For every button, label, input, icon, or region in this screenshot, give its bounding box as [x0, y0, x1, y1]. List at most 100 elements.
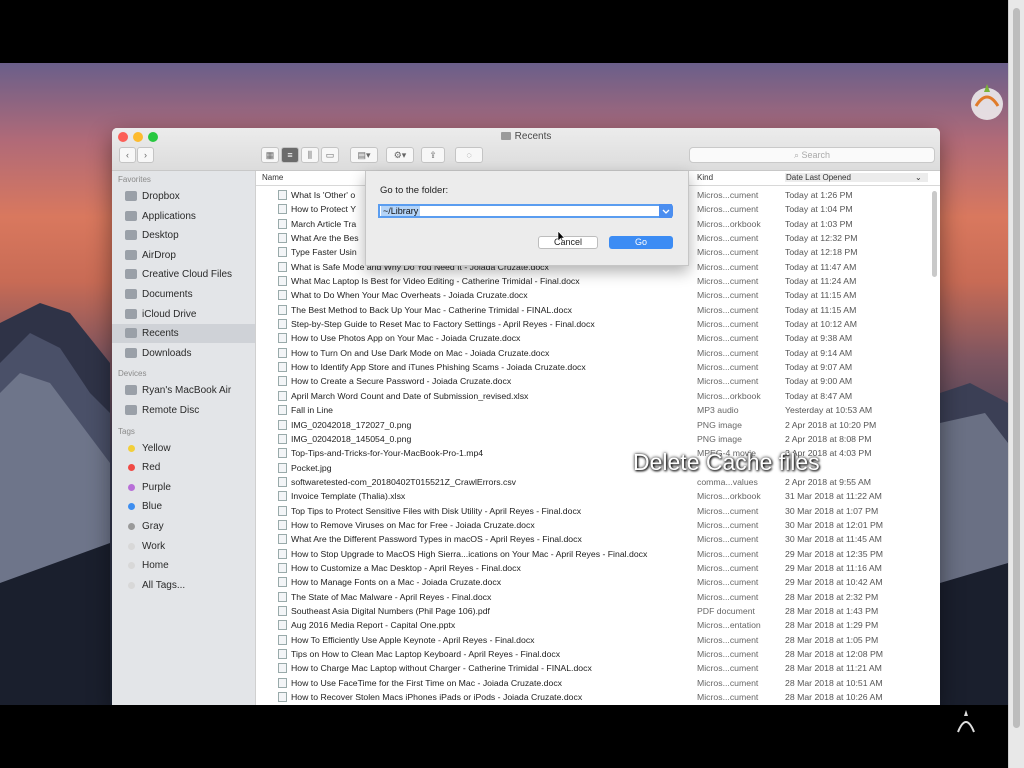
file-row[interactable]: How to Use FaceTime for the First Time o… [256, 676, 926, 690]
sidebar-item-documents[interactable]: Documents [112, 285, 255, 304]
document-icon [278, 620, 287, 631]
tag-color-dot-icon [128, 464, 135, 472]
tags-button[interactable]: ◌ [455, 147, 483, 163]
file-row[interactable]: Invoice Template (Thalia).xlsx Micros...o… [256, 489, 926, 503]
file-row[interactable]: What Are the Different Password Types in… [256, 532, 926, 546]
sidebar-item-yellow[interactable]: Yellow [112, 439, 255, 458]
file-row[interactable]: The State of Mac Malware - April Reyes -… [256, 590, 926, 604]
file-date: Today at 9:00 AM [785, 376, 853, 387]
file-row[interactable]: Tips on How to Clean Mac Laptop Keyboard… [256, 647, 926, 661]
file-date: Today at 9:38 AM [785, 333, 853, 344]
sidebar-item-icloud-drive[interactable]: iCloud Drive [112, 305, 255, 324]
list-scrollbar[interactable] [932, 191, 937, 277]
file-row[interactable]: softwaretested-com_20180402T015521Z_Craw… [256, 475, 926, 489]
file-name: Aug 2016 Media Report - Capital One.pptx [291, 620, 456, 631]
folder-path-value: ~/Library [381, 206, 421, 216]
file-row[interactable]: Top Tips to Protect Sensitive Files with… [256, 504, 926, 518]
file-date: Today at 1:26 PM [785, 190, 853, 200]
sidebar-item-red[interactable]: Red [112, 458, 255, 477]
sidebar-item-blue[interactable]: Blue [112, 497, 255, 516]
page-scrollbar-thumb[interactable] [1013, 8, 1020, 728]
sidebar-item-label: Remote Disc [142, 405, 200, 416]
file-row[interactable]: Pocket.jpg [256, 461, 926, 475]
file-row[interactable]: How to Identify App Store and iTunes Phi… [256, 360, 926, 374]
chevron-down-icon: ⌄ [915, 173, 922, 182]
sidebar-item-label: iCloud Drive [142, 308, 197, 320]
file-row[interactable]: Fall in Line MP3 audio Yesterday at 10:53 … [256, 403, 926, 417]
name-column-header[interactable]: Name [262, 173, 283, 182]
file-row[interactable]: IMG_02042018_145054_0.png PNG image 2 Apr … [256, 432, 926, 446]
file-name: How to Charge Mac Laptop without Charger… [291, 663, 592, 674]
file-row[interactable]: What Mac Laptop Is Best for Video Editin… [256, 274, 926, 288]
sidebar-item-applications[interactable]: Applications [112, 207, 255, 226]
sidebar-item-dropbox[interactable]: Dropbox [112, 187, 255, 206]
file-row[interactable]: April March Word Count and Date of Submi… [256, 389, 926, 403]
file-date: 28 Mar 2018 at 11:21 AM [785, 663, 882, 674]
date-column-header[interactable]: Date Last Opened ⌄ [785, 173, 928, 182]
kind-column-header[interactable]: Kind [697, 173, 713, 182]
file-row[interactable]: Top-Tips-and-Tricks-for-Your-MacBook-Pro… [256, 446, 926, 460]
file-date: 28 Mar 2018 at 1:05 PM [785, 634, 879, 645]
file-name: The State of Mac Malware - April Reyes -… [291, 591, 492, 602]
finder-window: Recents ‹ › ▦ ≡ ⫼ ▭ ▤▾ ⚙▾ ⇪ ◌ ⌕ Search F… [112, 128, 940, 705]
file-date: 28 Mar 2018 at 12:08 PM [785, 649, 884, 659]
file-row[interactable]: What to Do When Your Mac Overheats - Joi… [256, 288, 926, 302]
group-by-button[interactable]: ▤▾ [350, 147, 378, 163]
sidebar-item-desktop[interactable]: Desktop [112, 226, 255, 245]
sidebar-item-home[interactable]: Home [112, 556, 255, 575]
sidebar-item-gray[interactable]: Gray [112, 517, 255, 536]
sidebar-item-label: Work [142, 540, 166, 552]
file-row[interactable]: Step-by-Step Guide to Reset Mac to Facto… [256, 317, 926, 331]
file-row[interactable]: IMG_02042018_172027_0.png PNG image 2 Apr … [256, 418, 926, 432]
icon-view-button[interactable]: ▦ [261, 147, 279, 163]
sidebar-item-downloads[interactable]: Downloads [112, 344, 255, 363]
path-history-dropdown[interactable] [659, 204, 673, 218]
sidebar-item-ryan-s-macbook-air[interactable]: Ryan's MacBook Air [112, 381, 255, 400]
cancel-button[interactable]: Cancel [538, 236, 598, 249]
file-row[interactable]: How to Remove Viruses on Mac for Free - … [256, 518, 926, 532]
file-name: How to Identify App Store and iTunes Phi… [291, 362, 586, 373]
action-button[interactable]: ⚙▾ [386, 147, 414, 163]
sidebar-item-work[interactable]: Work [112, 537, 255, 556]
document-icon [278, 362, 287, 373]
go-button[interactable]: Go [609, 236, 673, 249]
sidebar-item-purple[interactable]: Purple [112, 478, 255, 497]
page-scrollbar[interactable] [1008, 0, 1024, 768]
file-date: 30 Mar 2018 at 1:07 PM [785, 505, 879, 516]
file-date: 28 Mar 2018 at 10:26 AM [785, 692, 883, 703]
file-kind: PNG image [697, 433, 742, 444]
search-field[interactable]: ⌕ Search [689, 147, 935, 163]
file-row[interactable]: Aug 2016 Media Report - Capital One.pptx… [256, 618, 926, 632]
file-row[interactable]: How to Customize a Mac Desktop - April R… [256, 561, 926, 575]
back-button[interactable]: ‹ [119, 147, 136, 163]
list-view-button[interactable]: ≡ [281, 147, 299, 163]
column-view-button[interactable]: ⫼ [301, 147, 319, 163]
video-caption: Delete Cache files [633, 449, 820, 475]
sidebar-item-airdrop[interactable]: AirDrop [112, 246, 255, 265]
file-row[interactable]: How to Use Photos App on Your Mac - Joia… [256, 331, 926, 345]
sidebar-item-remote-disc[interactable]: Remote Disc [112, 401, 255, 420]
list-icon: ≡ [287, 150, 293, 160]
file-row[interactable]: Southeast Asia Digital Numbers (Phil Pag… [256, 604, 926, 618]
sidebar-item-label: Desktop [142, 230, 179, 242]
file-row[interactable]: How to Create a Secure Password - Joiada… [256, 374, 926, 388]
sidebar-item-all-tags[interactable]: All Tags... [112, 576, 255, 595]
file-row[interactable]: How to Turn On and Use Dark Mode on Mac … [256, 346, 926, 360]
sidebar-item-label: Red [142, 462, 161, 474]
sidebar-item-creative-cloud-files[interactable]: Creative Cloud Files [112, 265, 255, 284]
file-row[interactable]: The Best Method to Back Up Your Mac - Ca… [256, 303, 926, 317]
file-kind: Micros...cument [697, 276, 759, 287]
gallery-view-button[interactable]: ▭ [321, 147, 339, 163]
file-row[interactable]: How to Charge Mac Laptop without Charger… [256, 661, 926, 675]
favorites-section-label: Favorites [118, 175, 151, 184]
file-row[interactable]: How to Stop Upgrade to MacOS High Sierra… [256, 547, 926, 561]
file-row[interactable]: How To Efficiently Use Apple Keynote - A… [256, 633, 926, 647]
sidebar-item-recents[interactable]: Recents [112, 324, 255, 344]
file-date: 29 Mar 2018 at 11:16 AM [785, 562, 882, 573]
share-button[interactable]: ⇪ [421, 147, 445, 163]
folder-path-input[interactable]: ~/Library [378, 204, 672, 218]
forward-button[interactable]: › [137, 147, 154, 163]
file-row[interactable]: How to Manage Fonts on a Mac - Joiada Cr… [256, 575, 926, 589]
file-row[interactable]: How to Recover Stolen Macs iPhones iPads… [256, 690, 926, 704]
file-name: What Are the Different Password Types in… [291, 534, 582, 545]
